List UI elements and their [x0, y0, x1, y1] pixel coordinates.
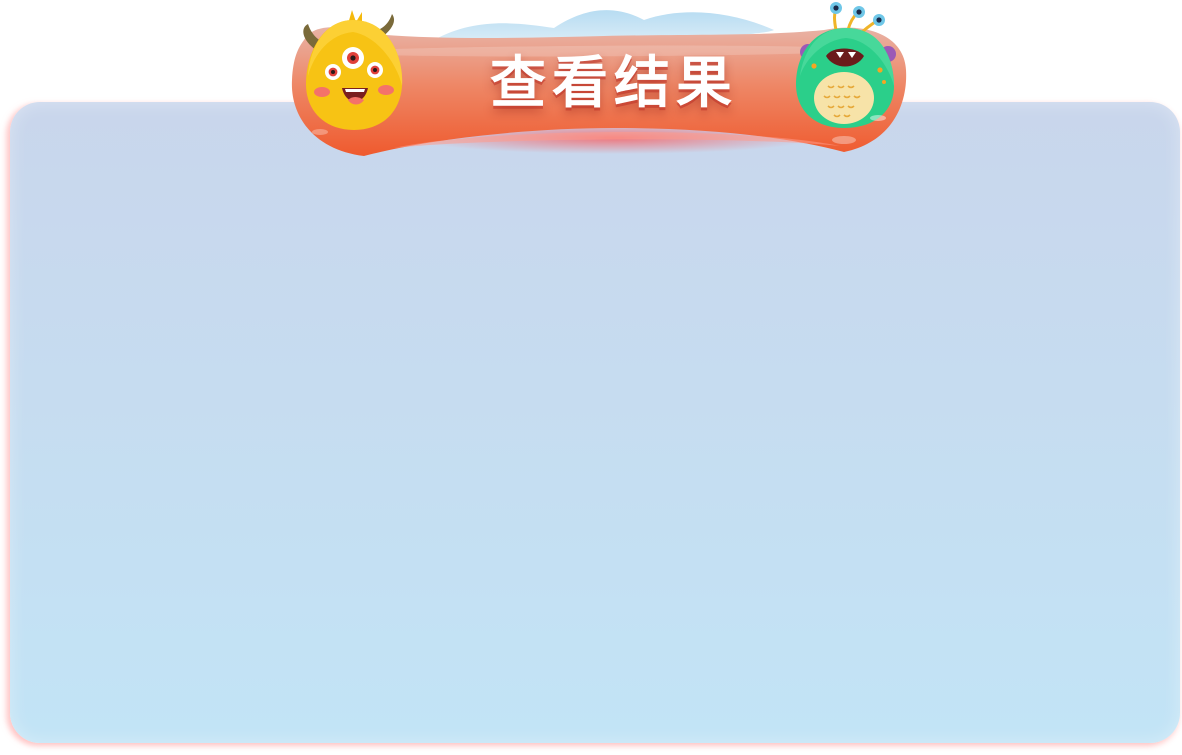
result-panel — [10, 102, 1180, 743]
page-title: 查看结果 — [490, 51, 738, 116]
yellow-three-eyed-monster-icon — [303, 10, 403, 130]
result-header-banner: 查看结果 — [284, 0, 912, 162]
green-antenna-monster-icon — [796, 2, 896, 128]
result-card: 查看结果 — [0, 0, 1182, 755]
